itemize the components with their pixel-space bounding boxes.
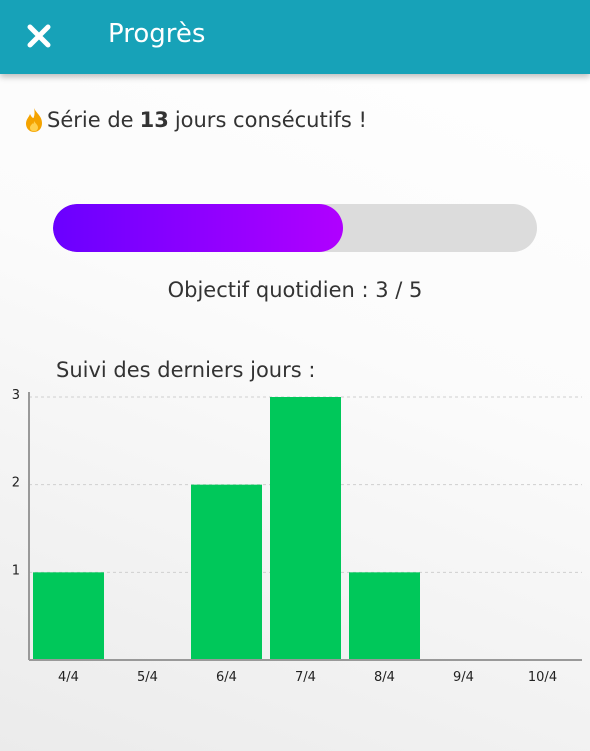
bar bbox=[33, 572, 104, 660]
flame-icon bbox=[26, 108, 42, 132]
streak-suffix: jours consécutifs ! bbox=[174, 108, 367, 132]
history-bar-chart: 1 2 3 4/4 5/4 6/4 7/4 8/4 9/4 10/4 bbox=[12, 388, 582, 685]
bar bbox=[191, 484, 262, 660]
history-title: Suivi des derniers jours : bbox=[56, 358, 316, 382]
y-tick-label: 1 bbox=[12, 563, 20, 578]
x-tick-label: 6/4 bbox=[216, 670, 237, 685]
daily-goal-progress-fill bbox=[53, 204, 344, 252]
x-tick-label: 10/4 bbox=[528, 670, 557, 685]
y-tick-label: 3 bbox=[12, 388, 20, 403]
streak-count: 13 bbox=[139, 108, 169, 132]
close-icon bbox=[27, 24, 51, 48]
x-tick-label: 5/4 bbox=[137, 670, 158, 685]
bar bbox=[349, 572, 420, 660]
x-tick-label: 4/4 bbox=[58, 670, 79, 685]
close-button[interactable] bbox=[20, 17, 58, 55]
daily-goal-label: Objectif quotidien : 3 / 5 bbox=[167, 278, 423, 302]
page-title: Progrès bbox=[108, 19, 206, 49]
y-tick-label: 2 bbox=[12, 476, 20, 491]
streak-prefix: Série de bbox=[47, 108, 134, 132]
app-header: Progrès bbox=[0, 0, 590, 74]
x-tick-label: 8/4 bbox=[374, 670, 395, 685]
x-tick-label: 7/4 bbox=[295, 670, 316, 685]
bar bbox=[270, 397, 341, 660]
x-tick-label: 9/4 bbox=[453, 670, 474, 685]
daily-goal-progress bbox=[53, 204, 537, 252]
streak-banner: Série de 13 jours consécutifs ! bbox=[23, 107, 367, 133]
